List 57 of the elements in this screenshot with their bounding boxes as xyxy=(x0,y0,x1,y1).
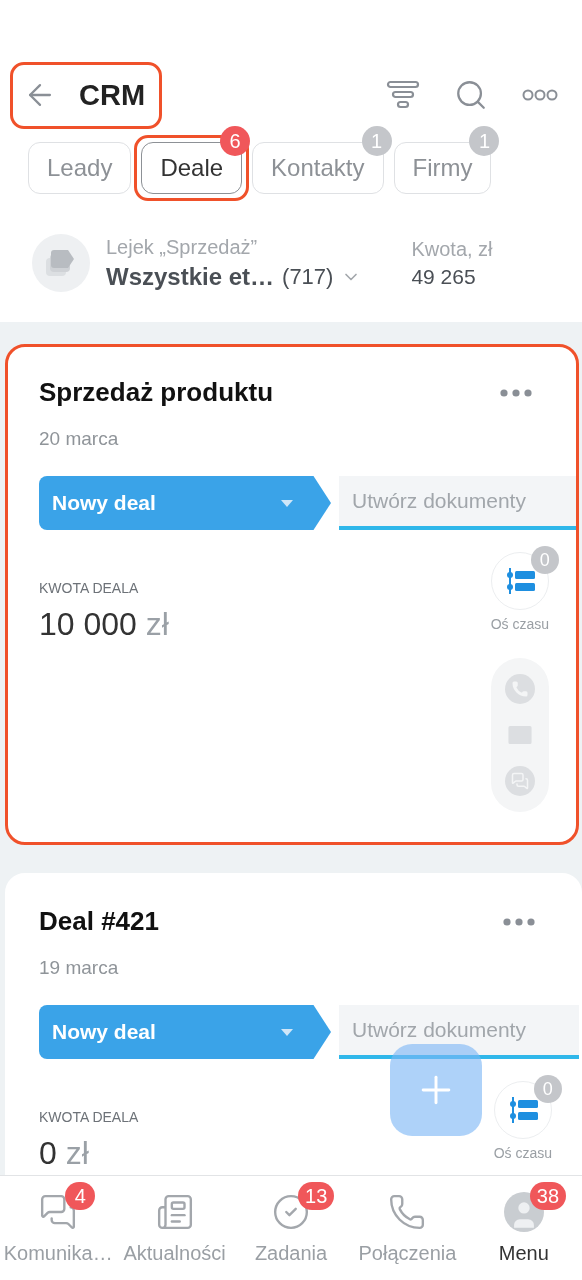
nav-item[interactable]: Aktualności xyxy=(116,1176,233,1280)
count-badge: 0 xyxy=(533,1075,562,1103)
deal-amount: 10 000 zł xyxy=(39,606,169,643)
count-badge: 13 xyxy=(298,1182,335,1210)
count-badge: 1 xyxy=(469,126,500,156)
deal-date: 19 marca xyxy=(39,957,120,979)
nav-item[interactable]: 4 Komunika… xyxy=(0,1176,117,1280)
page-title: CRM xyxy=(79,78,146,112)
amount-label: KWOTA DEALA xyxy=(39,580,140,596)
deal-date: 20 marca xyxy=(39,428,120,450)
phone-icon xyxy=(510,680,529,698)
total-amount: 49 265 xyxy=(411,264,477,289)
caret-icon xyxy=(281,1028,293,1036)
timeline-label: Oś czasu xyxy=(490,616,549,632)
caret-icon xyxy=(281,499,293,507)
funnel-name: Lejek „Sprzedaż” xyxy=(106,235,259,259)
nav-item[interactable]: 13 Zadania xyxy=(232,1176,350,1280)
nav-item[interactable]: 38 Menu xyxy=(465,1176,582,1280)
more-button[interactable] xyxy=(500,388,532,397)
search-button[interactable] xyxy=(454,78,488,112)
news-icon xyxy=(155,1193,194,1231)
deal-card[interactable]: Sprzedaż produktu 20 marca Nowy deal Utwórz dokumenty KWOTA DEALA 10 000 zł 0 Oś czasu xyxy=(5,344,579,845)
amount-label: Kwota, zł xyxy=(411,237,493,261)
nav-label: Połączenia xyxy=(358,1242,457,1265)
timeline-icon xyxy=(507,1097,538,1123)
tab[interactable]: Leady xyxy=(28,142,132,194)
deal-amount: 0 zł xyxy=(39,1135,90,1172)
stage-button[interactable]: Nowy deal xyxy=(39,476,331,530)
more-icon xyxy=(500,388,532,397)
nav-label: Aktualności xyxy=(123,1242,226,1265)
nav-label: Menu xyxy=(498,1242,549,1265)
chat-icon xyxy=(510,772,529,790)
stage-button[interactable]: Nowy deal xyxy=(39,1005,331,1059)
count-badge: 38 xyxy=(529,1182,567,1210)
phone-icon xyxy=(388,1193,427,1231)
stage-selector[interactable]: Wszystkie et… (717) xyxy=(106,262,362,291)
next-stage-button[interactable]: Utwórz dokumenty xyxy=(339,1005,579,1059)
timeline-icon xyxy=(504,568,535,594)
deal-title: Sprzedaż produktu xyxy=(39,377,273,408)
nav-item[interactable]: Połączenia xyxy=(349,1176,466,1280)
deal-title: Deal #421 xyxy=(39,906,159,937)
amount-label: KWOTA DEALA xyxy=(39,1109,139,1125)
count-badge: 1 xyxy=(361,126,392,156)
timeline-label: Oś czasu xyxy=(493,1145,552,1161)
more-button[interactable] xyxy=(522,89,558,101)
deal-card[interactable]: Deal #421 19 marca Nowy deal Utwórz dokumenty KWOTA DEALA 0 zł 0 Oś czasu xyxy=(5,873,582,1175)
count-badge: 6 xyxy=(220,126,251,156)
nav-label: Zadania xyxy=(254,1242,328,1265)
next-stage-button[interactable]: Utwórz dokumenty xyxy=(339,476,576,530)
count-badge: 4 xyxy=(65,1182,96,1210)
more-button[interactable] xyxy=(503,917,535,926)
count-badge: 0 xyxy=(530,546,559,574)
nav-label: Komunika… xyxy=(3,1242,113,1265)
add-button[interactable] xyxy=(390,1044,482,1136)
search-icon xyxy=(454,78,488,112)
more-icon xyxy=(503,917,535,926)
more-icon xyxy=(522,89,558,101)
